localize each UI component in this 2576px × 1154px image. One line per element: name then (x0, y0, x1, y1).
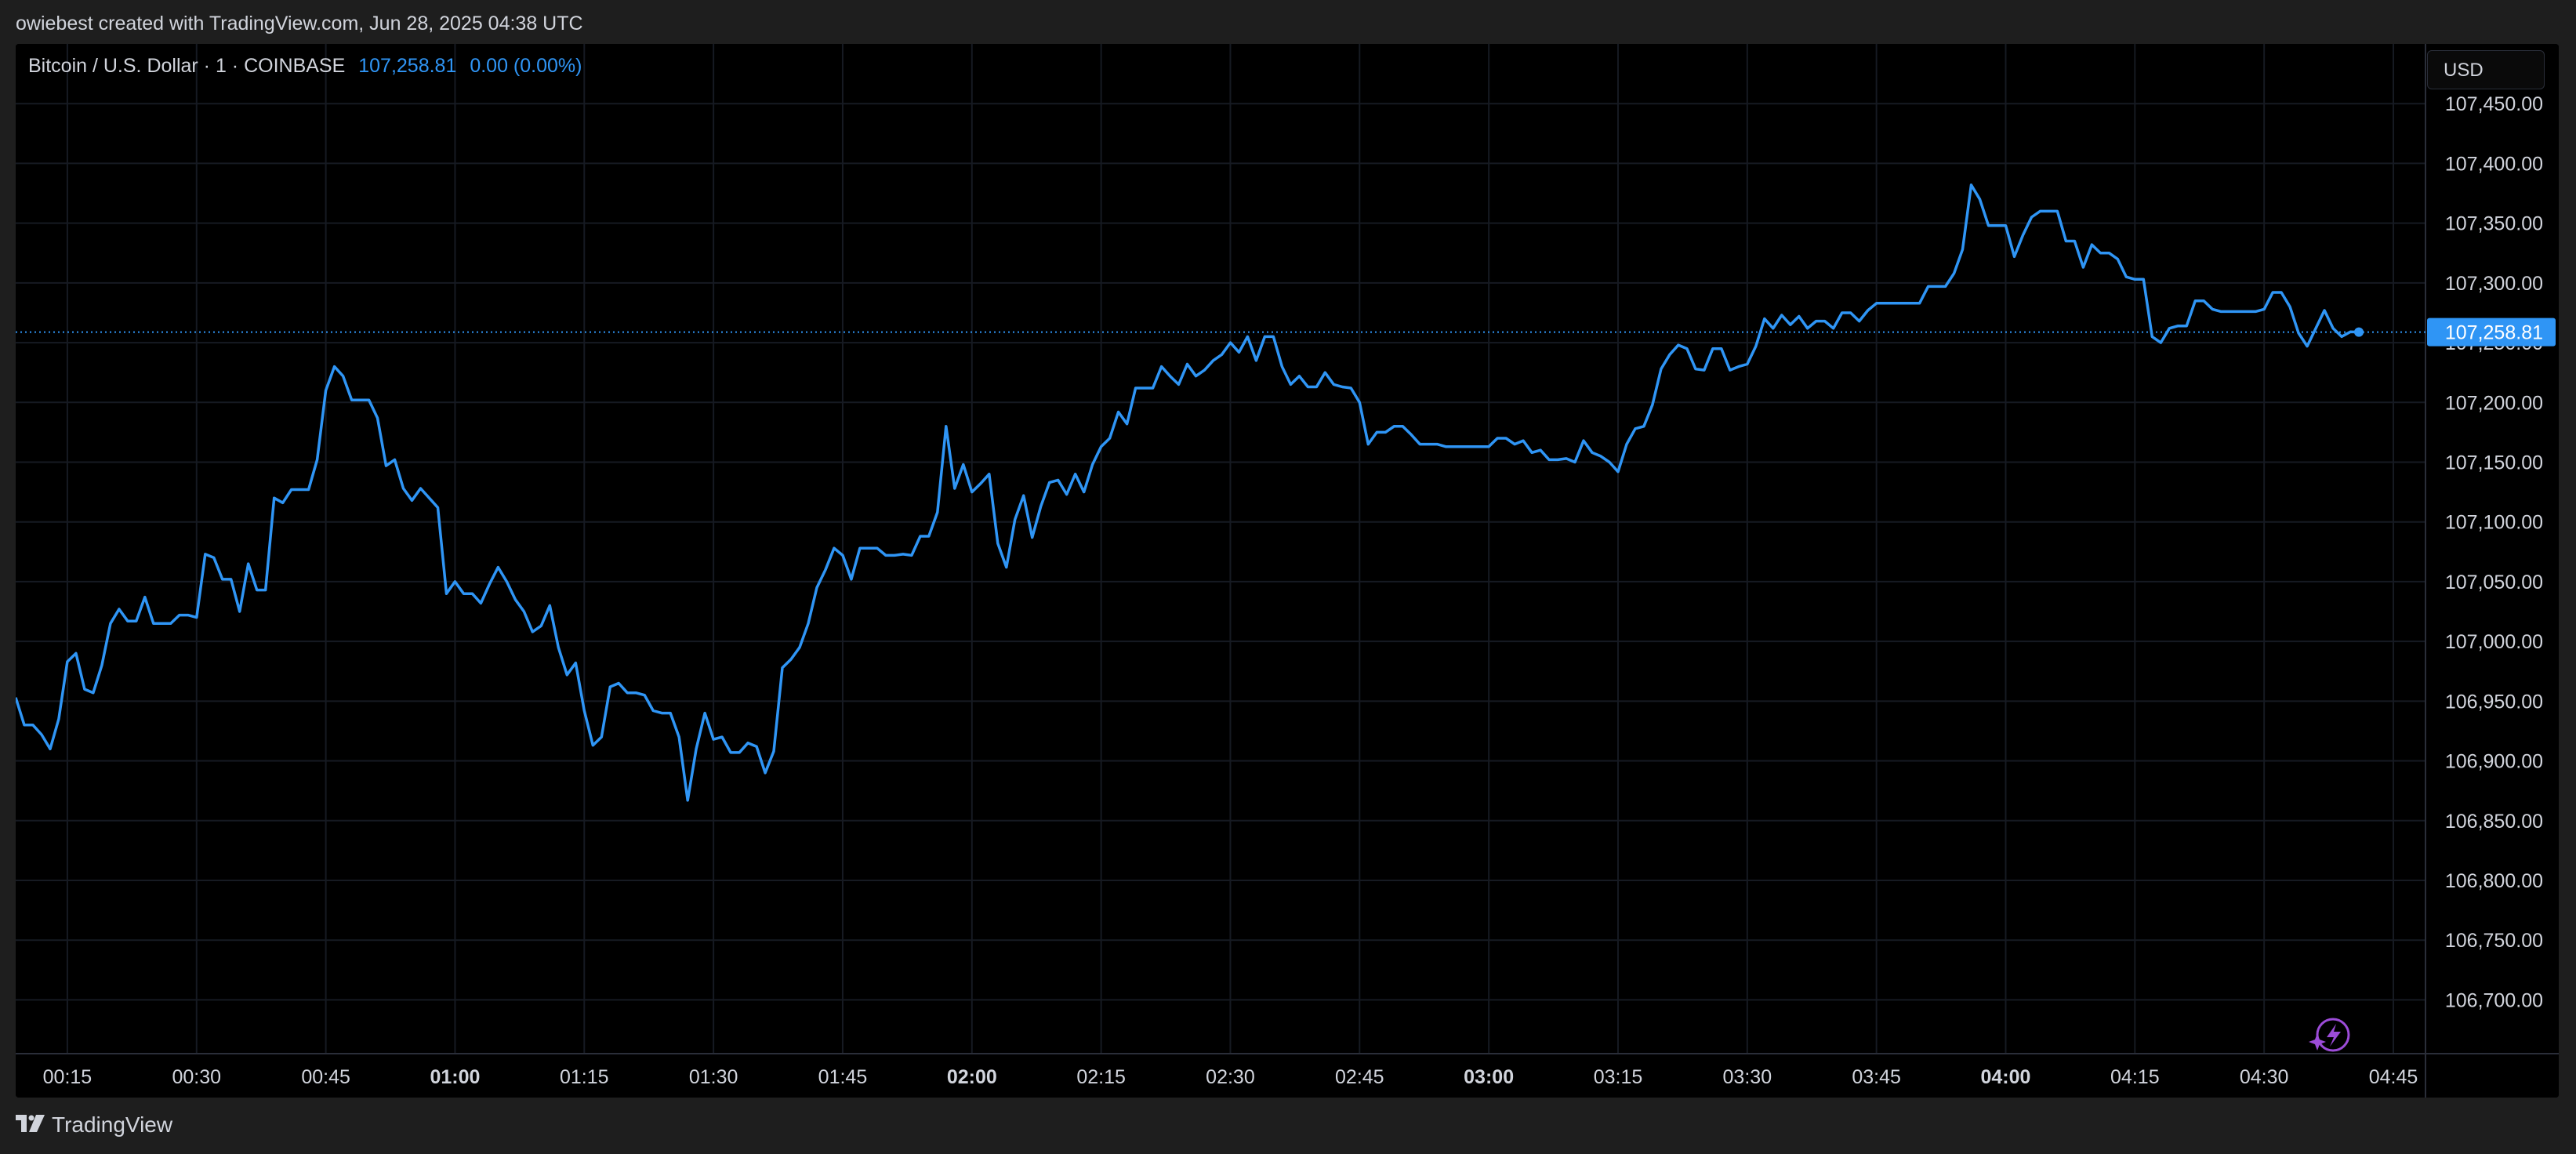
y-tick-label: 107,100.00 (2445, 512, 2543, 534)
symbol-name: Bitcoin / U.S. Dollar · 1 · COINBASE (28, 55, 346, 77)
y-tick-label: 106,950.00 (2445, 691, 2543, 713)
x-tick-label: 02:30 (1206, 1066, 1255, 1088)
last-price-badge-label: 107,258.81 (2445, 322, 2543, 344)
x-tick-label: 00:15 (43, 1066, 93, 1088)
y-tick-label: 106,850.00 (2445, 811, 2543, 833)
x-tick-label: 04:45 (2369, 1066, 2418, 1088)
y-tick-label: 107,450.00 (2445, 93, 2543, 115)
x-tick-label: 01:45 (818, 1066, 868, 1088)
y-tick-label: 106,700.00 (2445, 989, 2543, 1011)
y-tick-label: 107,200.00 (2445, 392, 2543, 414)
y-tick-label: 107,000.00 (2445, 631, 2543, 653)
y-tick-label: 106,800.00 (2445, 870, 2543, 892)
x-tick-label: 02:00 (947, 1066, 997, 1088)
tradingview-logo-icon (16, 1115, 45, 1132)
chart-panel[interactable]: 107,450.00 107,400.00 107,350.00 107,300.00… (16, 44, 2559, 1098)
x-tick-label: 01:15 (560, 1066, 609, 1088)
x-tick-label: 04:15 (2110, 1066, 2160, 1088)
x-tick-label: 03:30 (1723, 1066, 1772, 1088)
y-tick-label: 106,900.00 (2445, 751, 2543, 773)
y-tick-label: 107,150.00 (2445, 452, 2543, 474)
x-tick-label: 04:30 (2240, 1066, 2289, 1088)
x-tick-label: 01:30 (689, 1066, 738, 1088)
y-tick-label: 107,350.00 (2445, 213, 2543, 235)
chart-attribution-header: owiebest created with TradingView.com, J… (16, 13, 583, 34)
symbol-legend: Bitcoin / U.S. Dollar · 1 · COINBASE 107… (28, 55, 582, 78)
y-tick-label: 107,300.00 (2445, 273, 2543, 295)
y-tick-label: 107,050.00 (2445, 572, 2543, 593)
currency-button[interactable]: USD (2427, 50, 2545, 89)
legend-last-price: 107,258.81 (358, 55, 457, 77)
last-price-point (2354, 327, 2364, 337)
x-tick-label: 02:45 (1335, 1066, 1384, 1088)
y-tick-label: 106,750.00 (2445, 930, 2543, 952)
x-tick-label: 03:00 (1464, 1066, 1514, 1088)
tradingview-brand[interactable]: TradingView (52, 1113, 172, 1137)
x-tick-label: 03:15 (1594, 1066, 1643, 1088)
x-tick-label: 04:00 (1981, 1066, 2031, 1088)
x-tick-label: 03:45 (1852, 1066, 1901, 1088)
x-tick-label: 00:30 (172, 1066, 221, 1088)
y-tick-label: 107,400.00 (2445, 153, 2543, 175)
x-tick-label: 00:45 (301, 1066, 350, 1088)
legend-change: 0.00 (0.00%) (470, 55, 582, 77)
x-tick-label: 02:15 (1076, 1066, 1126, 1088)
footer: TradingView (0, 1098, 2576, 1154)
axis-corner (2426, 1054, 2559, 1098)
price-chart[interactable]: 107,450.00 107,400.00 107,350.00 107,300.00… (16, 44, 2559, 1098)
x-tick-label: 01:00 (430, 1066, 480, 1088)
